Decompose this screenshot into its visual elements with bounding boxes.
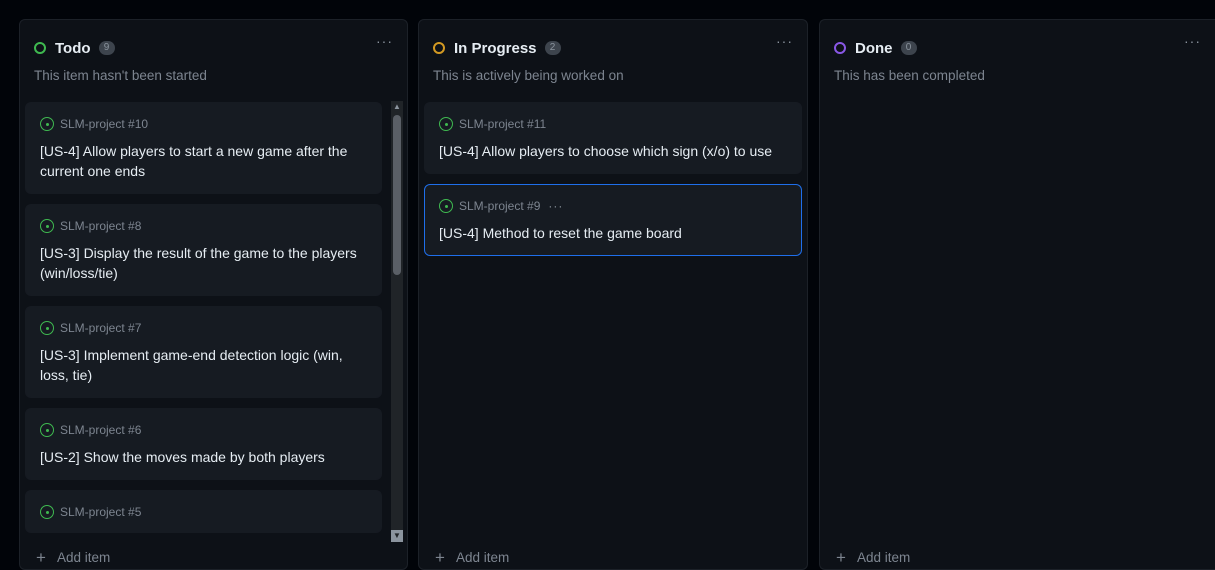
issue-opened-icon [40,117,54,131]
card-list: SLM-project #11 [US-4] Allow players to … [424,102,802,535]
issue-opened-icon [40,219,54,233]
item-count-badge: 9 [98,41,115,55]
issue-opened-icon [439,199,453,213]
add-item-button[interactable]: + Add item [36,549,110,566]
issue-title[interactable]: [US-2] Show the moves made by both playe… [40,447,367,467]
plus-icon: + [36,548,46,567]
vertical-scrollbar[interactable]: ▲ ▼ [391,101,403,542]
add-item-button[interactable]: + Add item [435,549,509,566]
column-menu-button[interactable]: ··· [376,33,393,49]
card-more-options-button[interactable]: ··· [548,199,563,213]
column-menu-button[interactable]: ··· [776,33,793,49]
issue-opened-icon [40,321,54,335]
column-description: This is actively being worked on [433,68,624,83]
status-circle-icon [834,42,846,54]
add-item-label: Add item [455,550,510,565]
issue-card[interactable]: SLM-project #8 [US-3] Display the result… [25,204,382,296]
issue-card[interactable]: SLM-project #11 [US-4] Allow players to … [424,102,802,174]
add-item-label: Add item [56,550,111,565]
issue-card[interactable]: SLM-project #10 [US-4] Allow players to … [25,102,382,194]
scroll-thumb[interactable] [393,115,401,275]
card-list: SLM-project #10 [US-4] Allow players to … [25,102,382,535]
issue-ref: SLM-project #7 [60,321,142,335]
column-done: Done 0 ··· This has been completed + Add… [819,19,1215,570]
issue-title[interactable]: [US-4] Allow players to choose which sig… [439,141,787,161]
item-count-badge: 2 [544,41,561,55]
scroll-down-icon[interactable]: ▼ [391,530,403,542]
issue-opened-icon [40,423,54,437]
status-circle-icon [433,42,445,54]
column-description: This item hasn't been started [34,68,207,83]
column-header: Done 0 ··· [834,33,1201,59]
issue-card[interactable]: SLM-project #7 [US-3] Implement game-end… [25,306,382,398]
issue-title[interactable]: [US-4] Allow players to start a new game… [40,141,367,181]
column-title: Done [855,39,893,57]
issue-ref: SLM-project #5 [60,505,142,519]
column-description: This has been completed [834,68,985,83]
issue-opened-icon [439,117,453,131]
issue-card-selected[interactable]: SLM-project #9 ··· [US-4] Method to reset… [424,184,802,256]
issue-title[interactable]: [US-4] Method to reset the game board [439,223,787,243]
issue-card[interactable]: SLM-project #5 [25,490,382,533]
column-title: In Progress [454,39,537,57]
column-menu-button[interactable]: ··· [1184,33,1201,49]
issue-opened-icon [40,505,54,519]
column-header: Todo 9 ··· [34,33,393,59]
item-count-badge: 0 [900,41,917,55]
scroll-up-icon[interactable]: ▲ [391,101,403,113]
column-title: Todo [55,39,91,57]
issue-ref: SLM-project #9 [459,199,541,213]
add-item-button[interactable]: + Add item [836,549,910,566]
issue-card[interactable]: SLM-project #6 [US-2] Show the moves mad… [25,408,382,480]
add-item-label: Add item [856,550,911,565]
column-in-progress: In Progress 2 ··· This is actively being… [418,19,808,570]
plus-icon: + [435,548,445,567]
issue-ref: SLM-project #6 [60,423,142,437]
issue-title[interactable]: [US-3] Implement game-end detection logi… [40,345,367,385]
status-circle-icon [34,42,46,54]
plus-icon: + [836,548,846,567]
issue-ref: SLM-project #11 [459,117,547,131]
column-header: In Progress 2 ··· [433,33,793,59]
issue-title[interactable]: [US-3] Display the result of the game to… [40,243,367,283]
card-list [825,102,1210,535]
issue-ref: SLM-project #8 [60,219,142,233]
column-todo: Todo 9 ··· This item hasn't been started… [19,19,408,570]
issue-ref: SLM-project #10 [60,117,149,131]
